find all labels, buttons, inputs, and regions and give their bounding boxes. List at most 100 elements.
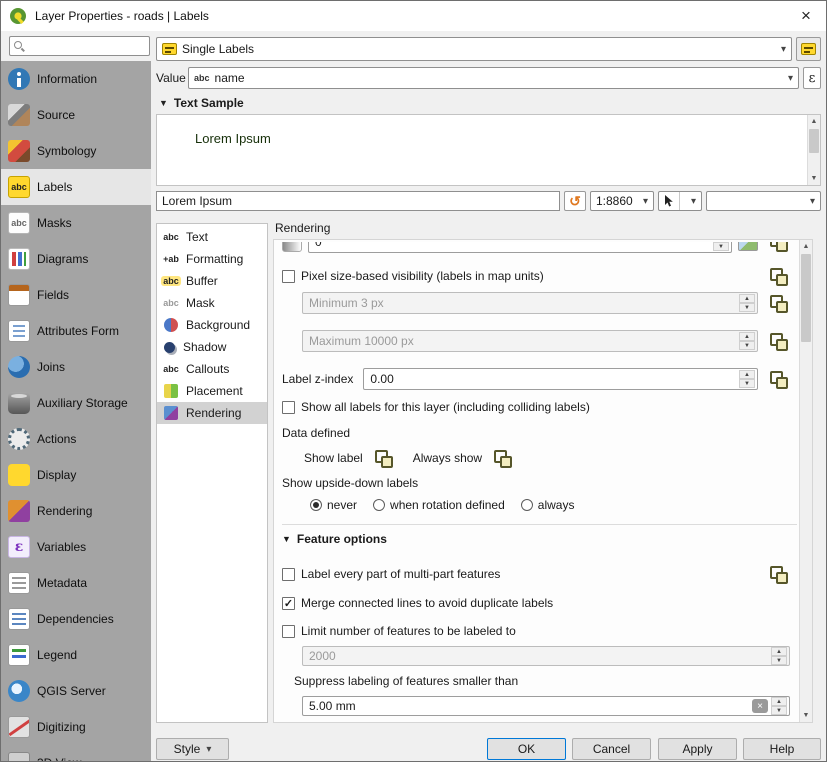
preview-background-combo[interactable]: ▾ — [706, 191, 821, 211]
sidebar-item-auxiliary-storage[interactable]: Auxiliary Storage — [1, 385, 151, 421]
sidebar-item-actions[interactable]: Actions — [1, 421, 151, 457]
spin-buttons[interactable]: ▲ ▼ — [739, 332, 755, 350]
spin-down-icon[interactable]: ▼ — [739, 379, 755, 388]
spin-down-icon[interactable]: ▼ — [771, 706, 787, 715]
sidebar-item-diagrams[interactable]: Diagrams — [1, 241, 151, 277]
tab-buffer[interactable]: abcBuffer — [157, 270, 267, 292]
tab-formatting[interactable]: +abFormatting — [157, 248, 267, 270]
radio-when-rotation-defined[interactable]: when rotation defined — [373, 498, 505, 512]
spin-down-icon[interactable]: ▼ — [771, 656, 787, 665]
labeling-mode-combo[interactable]: Single Labels ▾ — [156, 37, 792, 61]
labeling-engine-settings-button[interactable] — [796, 37, 821, 61]
spin-buttons[interactable]: ▲ ▼ — [713, 242, 729, 251]
sidebar-item-attributes-form[interactable]: Attributes Form — [1, 313, 151, 349]
tab-callouts[interactable]: abcCallouts — [157, 358, 267, 380]
tab-placement[interactable]: Placement — [157, 380, 267, 402]
search-input[interactable] — [29, 39, 145, 53]
joins-icon — [8, 356, 30, 378]
data-defined-override-icon[interactable] — [766, 564, 790, 584]
radio-always[interactable]: always — [521, 498, 575, 512]
spin-up-icon[interactable]: ▲ — [739, 370, 755, 379]
data-defined-override-icon[interactable] — [766, 331, 790, 351]
preview-scale-combo[interactable]: 1:8860 ▾ — [590, 191, 654, 211]
maximum-size-spinbox[interactable]: Maximum 10000 px ▲ ▼ — [302, 330, 758, 352]
map-canvas-icon[interactable] — [738, 242, 758, 251]
radio-never[interactable]: never — [310, 498, 357, 512]
tab-shadow[interactable]: Shadow — [157, 336, 267, 358]
search-box[interactable] — [9, 36, 150, 56]
spin-up-icon[interactable]: ▲ — [771, 647, 787, 656]
sidebar-item-qgis-server[interactable]: QGIS Server — [1, 673, 151, 709]
label-every-part-checkbox[interactable] — [282, 568, 295, 581]
spin-up-icon[interactable]: ▲ — [771, 697, 787, 706]
apply-button[interactable]: Apply — [658, 738, 737, 760]
data-defined-override-icon[interactable] — [371, 448, 395, 468]
spin-buttons[interactable]: ▲ ▼ — [739, 294, 755, 312]
spin-up-icon[interactable]: ▲ — [739, 332, 755, 341]
show-all-labels-checkbox[interactable] — [282, 401, 295, 414]
scroll-down-icon[interactable]: ▼ — [800, 709, 812, 722]
value-field-combo[interactable]: abc name ▾ — [188, 67, 799, 89]
z-index-spinbox[interactable]: 0.00 ▲ ▼ — [363, 368, 758, 390]
pixel-visibility-checkbox[interactable] — [282, 270, 295, 283]
spin-buttons[interactable]: ▲ ▼ — [771, 697, 787, 715]
chevron-down-icon: ▾ — [691, 196, 696, 207]
sidebar-item-display[interactable]: Display — [1, 457, 151, 493]
sidebar-item-rendering[interactable]: Rendering — [1, 493, 151, 529]
limit-value-spinbox[interactable]: 2000 ▲ ▼ — [302, 646, 790, 666]
spin-down-icon[interactable]: ▼ — [739, 303, 755, 312]
spin-up-icon[interactable]: ▲ — [739, 294, 755, 303]
clipped-spinbox[interactable]: 0 ▲ ▼ — [308, 242, 732, 253]
sidebar-item-metadata[interactable]: Metadata — [1, 565, 151, 601]
dependencies-icon — [8, 608, 30, 630]
panel-scrollbar[interactable]: ▲ ▼ — [799, 240, 812, 722]
scrollbar-thumb[interactable] — [809, 129, 819, 153]
scroll-down-icon[interactable]: ▼ — [808, 172, 820, 185]
set-scale-from-canvas-button[interactable]: ▾ — [658, 191, 702, 211]
sample-text-input[interactable]: Lorem Ipsum — [156, 191, 560, 211]
sidebar-item-source[interactable]: Source — [1, 97, 151, 133]
help-button[interactable]: Help — [743, 738, 821, 760]
preview-scrollbar[interactable]: ▲ ▼ — [807, 115, 820, 185]
sidebar-item-digitizing[interactable]: Digitizing — [1, 709, 151, 745]
sidebar-item-dependencies[interactable]: Dependencies — [1, 601, 151, 637]
sidebar-item-3d-view[interactable]: 3D View — [1, 745, 151, 761]
minimum-size-spinbox[interactable]: Minimum 3 px ▲ ▼ — [302, 292, 758, 314]
scrollbar-thumb[interactable] — [801, 254, 811, 342]
sidebar-item-variables[interactable]: εVariables — [1, 529, 151, 565]
ok-button[interactable]: OK — [487, 738, 566, 760]
sidebar-item-masks[interactable]: abcMasks — [1, 205, 151, 241]
sidebar-item-labels[interactable]: abcLabels — [1, 169, 151, 205]
sidebar-item-fields[interactable]: Fields — [1, 277, 151, 313]
data-defined-override-icon[interactable] — [766, 369, 790, 389]
spin-down-icon[interactable]: ▼ — [713, 242, 729, 251]
suppress-value-spinbox[interactable]: 5.00 mm × ▲ ▼ — [302, 696, 790, 716]
limit-features-checkbox[interactable] — [282, 625, 295, 638]
spin-buttons[interactable]: ▲ ▼ — [771, 647, 787, 665]
clear-icon[interactable]: × — [752, 699, 768, 713]
sidebar-item-joins[interactable]: Joins — [1, 349, 151, 385]
spin-down-icon[interactable]: ▼ — [739, 341, 755, 350]
scroll-up-icon[interactable]: ▲ — [808, 115, 820, 128]
text-sample-header[interactable]: ▼ Text Sample — [159, 96, 244, 110]
tab-background[interactable]: Background — [157, 314, 267, 336]
data-defined-override-icon[interactable] — [490, 448, 514, 468]
sidebar-item-legend[interactable]: Legend — [1, 637, 151, 673]
tab-mask[interactable]: abcMask — [157, 292, 267, 314]
cancel-button[interactable]: Cancel — [572, 738, 651, 760]
data-defined-override-icon[interactable] — [766, 266, 790, 286]
scroll-up-icon[interactable]: ▲ — [800, 240, 812, 253]
spin-buttons[interactable]: ▲ ▼ — [739, 370, 755, 388]
data-defined-override-icon[interactable] — [766, 242, 790, 252]
sidebar-item-information[interactable]: Information — [1, 61, 151, 97]
merge-lines-checkbox[interactable]: ✓ — [282, 597, 295, 610]
tab-rendering[interactable]: Rendering — [157, 402, 267, 424]
style-button[interactable]: Style ▾ — [156, 738, 229, 760]
tab-text[interactable]: abcText — [157, 226, 267, 248]
sidebar-item-symbology[interactable]: Symbology — [1, 133, 151, 169]
feature-options-header[interactable]: ▼ Feature options — [282, 532, 790, 546]
data-defined-override-icon[interactable] — [766, 293, 790, 313]
reset-sample-button[interactable]: ↺ — [564, 191, 586, 211]
expression-builder-button[interactable]: ε — [803, 67, 821, 89]
close-icon[interactable]: × — [792, 4, 820, 28]
